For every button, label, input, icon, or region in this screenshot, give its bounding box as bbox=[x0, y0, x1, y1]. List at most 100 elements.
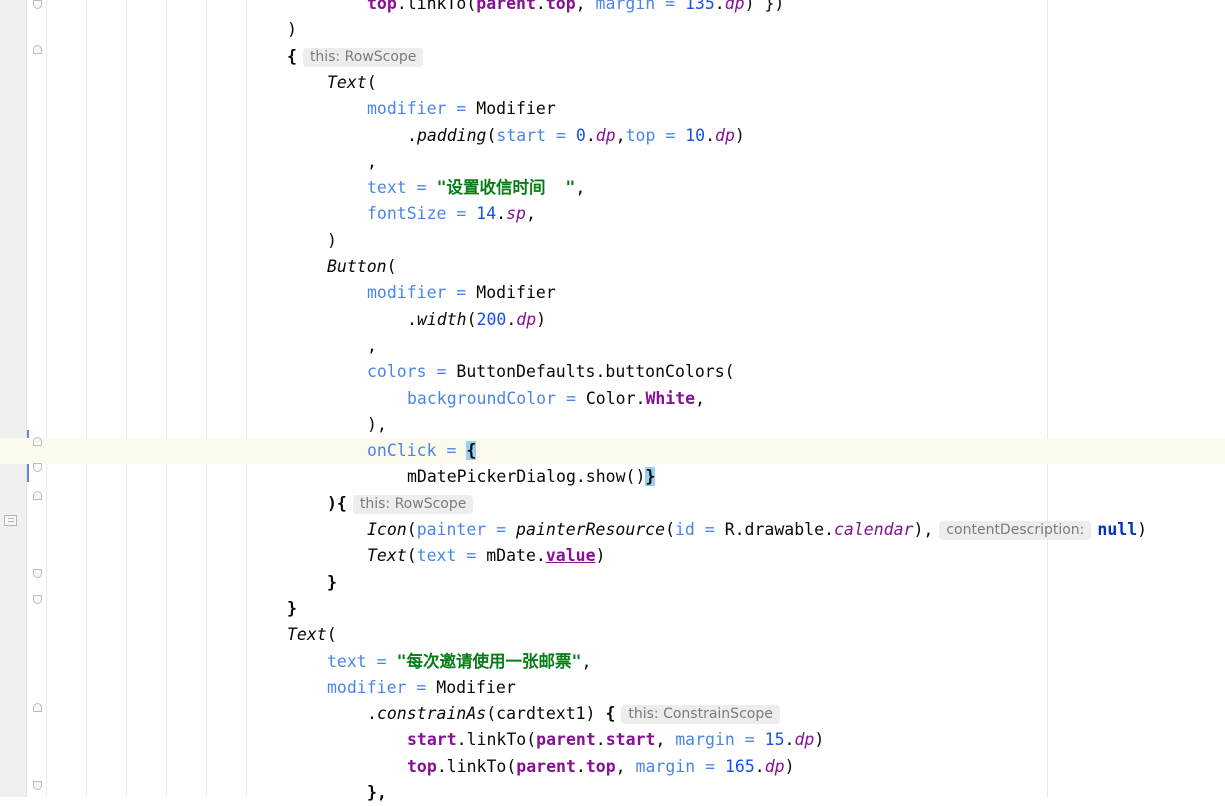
code-token: = bbox=[655, 0, 685, 13]
fold-toggle-icon[interactable] bbox=[33, 703, 42, 712]
code-line[interactable]: Text( bbox=[0, 70, 1225, 96]
code-token: id bbox=[675, 520, 695, 539]
code-text: start.linkTo(parent.start, margin = 15.d… bbox=[407, 727, 824, 753]
code-text: {this: RowScope bbox=[287, 44, 429, 70]
fold-toggle-icon[interactable] bbox=[33, 781, 42, 790]
code-token: = bbox=[406, 178, 437, 198]
code-line[interactable]: } bbox=[0, 570, 1225, 596]
code-token: } bbox=[327, 572, 337, 592]
code-token: ) bbox=[595, 546, 606, 566]
code-line-current[interactable]: onClick = { bbox=[0, 438, 1225, 465]
fold-toggle-icon[interactable] bbox=[33, 0, 42, 9]
code-token: dp bbox=[595, 125, 616, 145]
code-line[interactable]: }, bbox=[0, 780, 1225, 806]
code-line[interactable]: {this: RowScope bbox=[0, 44, 1225, 70]
code-text: ){this: RowScope bbox=[327, 491, 479, 517]
code-token: . bbox=[585, 125, 596, 145]
code-text: Button( bbox=[327, 254, 397, 280]
fold-toggle-icon[interactable] bbox=[33, 45, 42, 54]
code-token: { bbox=[605, 704, 616, 724]
code-token: 10 bbox=[685, 125, 706, 145]
code-token: , bbox=[367, 151, 377, 171]
code-token: ( bbox=[386, 257, 397, 276]
code-token: ) bbox=[784, 756, 795, 776]
code-line[interactable]: fontSize = 14.sp, bbox=[0, 201, 1225, 227]
code-text: ) bbox=[327, 228, 337, 254]
code-line[interactable]: ) bbox=[0, 228, 1225, 254]
code-token: = bbox=[655, 125, 686, 145]
code-token: , bbox=[525, 204, 536, 224]
code-token: dp bbox=[764, 756, 785, 776]
code-token: parent bbox=[516, 756, 576, 776]
code-text: top.linkTo(parent.top, margin = 165.dp) bbox=[407, 754, 795, 780]
code-text: colors = ButtonDefaults.buttonColors( bbox=[367, 359, 735, 385]
code-token: = bbox=[446, 204, 477, 224]
code-token: White bbox=[645, 388, 696, 408]
code-token: padding bbox=[416, 125, 487, 145]
code-line[interactable]: text = "设置收信时间 ", bbox=[0, 175, 1225, 201]
code-line[interactable]: Text( bbox=[0, 622, 1225, 648]
code-token: , bbox=[575, 178, 586, 198]
code-text: modifier = Modifier bbox=[327, 675, 516, 701]
code-line[interactable]: } bbox=[0, 596, 1225, 622]
inlay-hint: this: RowScope bbox=[352, 494, 474, 514]
code-token: ( bbox=[665, 520, 675, 539]
fold-toggle-icon[interactable] bbox=[33, 595, 42, 604]
code-token: backgroundColor bbox=[407, 388, 557, 408]
code-line[interactable]: ) bbox=[0, 17, 1225, 43]
code-line[interactable]: , bbox=[0, 149, 1225, 175]
code-line[interactable]: ), bbox=[0, 412, 1225, 438]
code-token: { bbox=[287, 46, 297, 66]
fold-toggle-icon[interactable] bbox=[33, 569, 42, 578]
code-line[interactable]: , bbox=[0, 333, 1225, 359]
code-token: Modifier bbox=[436, 677, 516, 697]
code-token: ) bbox=[744, 0, 755, 13]
code-line[interactable]: start.linkTo(parent.start, margin = 15.d… bbox=[0, 727, 1225, 753]
code-token: . bbox=[595, 730, 606, 750]
code-editor[interactable]: top.linkTo(parent.top, margin = 135.dp) … bbox=[0, 0, 1225, 802]
code-line[interactable]: .constrainAs(cardtext1) {this: Constrain… bbox=[0, 701, 1225, 727]
code-text: .width(200.dp) bbox=[407, 307, 546, 333]
code-line[interactable]: mDatePickerDialog.show()} bbox=[0, 464, 1225, 490]
code-token: = bbox=[546, 125, 576, 145]
code-token: (cardtext1) bbox=[486, 704, 606, 724]
code-line[interactable]: top.linkTo(parent.top, margin = 135.dp) … bbox=[0, 0, 1225, 17]
code-line[interactable]: Text(text = mDate.value) bbox=[0, 543, 1225, 569]
code-token: ( bbox=[486, 125, 497, 145]
code-token: R.drawable. bbox=[724, 520, 834, 539]
inlay-hint: this: RowScope bbox=[302, 47, 424, 67]
code-token: Icon bbox=[367, 520, 407, 539]
code-line[interactable]: backgroundColor = Color.White, bbox=[0, 386, 1225, 412]
code-line[interactable]: modifier = Modifier bbox=[0, 96, 1225, 122]
code-token: 200 bbox=[476, 309, 507, 329]
code-text: , bbox=[367, 149, 377, 175]
code-line[interactable]: top.linkTo(parent.top, margin = 165.dp) bbox=[0, 754, 1225, 780]
fold-toggle-icon[interactable] bbox=[33, 437, 42, 446]
fold-toggle-icon[interactable] bbox=[33, 463, 42, 472]
code-token: modifier bbox=[367, 99, 447, 119]
fold-toggle-icon[interactable] bbox=[33, 491, 42, 500]
code-line[interactable]: Icon(painter = painterResource(id = R.dr… bbox=[0, 517, 1225, 543]
code-line[interactable]: Button( bbox=[0, 254, 1225, 280]
code-token: Text bbox=[367, 546, 407, 566]
code-line[interactable]: ){this: RowScope bbox=[0, 491, 1225, 517]
code-token: = bbox=[436, 441, 467, 461]
code-line[interactable]: modifier = Modifier bbox=[0, 280, 1225, 306]
code-token: . bbox=[407, 309, 417, 329]
code-token: } bbox=[287, 598, 297, 618]
code-line[interactable]: .width(200.dp) bbox=[0, 307, 1225, 333]
code-token: ){ bbox=[327, 493, 347, 513]
code-token: ) bbox=[814, 730, 825, 750]
code-token: ( bbox=[406, 546, 417, 566]
code-token: ) bbox=[536, 309, 547, 329]
code-token: Modifier bbox=[476, 283, 556, 303]
code-text: ) bbox=[287, 17, 297, 43]
code-line[interactable]: text = "每次邀请使用一张邮票", bbox=[0, 649, 1225, 675]
code-token: . bbox=[754, 756, 765, 776]
code-text: modifier = Modifier bbox=[367, 280, 556, 306]
code-line[interactable]: colors = ButtonDefaults.buttonColors( bbox=[0, 359, 1225, 385]
code-token: Text bbox=[327, 72, 367, 92]
code-token: = bbox=[406, 677, 437, 697]
code-line[interactable]: modifier = Modifier bbox=[0, 675, 1225, 701]
code-line[interactable]: .padding(start = 0.dp,top = 10.dp) bbox=[0, 123, 1225, 149]
